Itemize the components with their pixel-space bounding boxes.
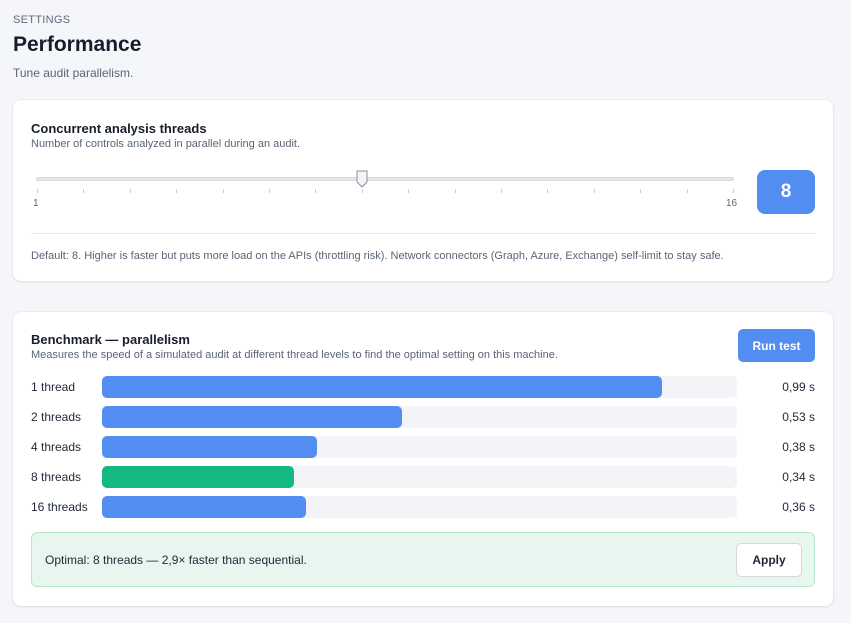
- benchmark-bar: [102, 376, 662, 398]
- threads-slider-track[interactable]: [36, 177, 734, 181]
- apply-button[interactable]: Apply: [736, 543, 802, 577]
- slider-tick: [176, 189, 178, 193]
- slider-tick: [37, 189, 38, 193]
- benchmark-bar-track: [102, 466, 737, 488]
- benchmark-row: 8 threads 0,34 s: [13, 466, 833, 488]
- slider-tick: [686, 189, 688, 193]
- benchmark-row: 16 threads 0,36 s: [13, 496, 833, 518]
- benchmark-row-label: 16 threads: [31, 500, 88, 514]
- card-divider: [31, 233, 816, 234]
- slider-tick: [547, 189, 549, 193]
- benchmark-row-time: 0,53 s: [782, 410, 815, 424]
- threads-card-title: Concurrent analysis threads: [31, 121, 207, 136]
- benchmark-card-title: Benchmark — parallelism: [31, 332, 190, 347]
- slider-max-label: 16: [726, 198, 738, 209]
- benchmark-row-time: 0,38 s: [782, 440, 815, 454]
- benchmark-row: 2 threads 0,53 s: [13, 406, 833, 428]
- benchmark-row-label: 1 thread: [31, 380, 76, 394]
- threads-card: Concurrent analysis threads Number of co…: [13, 100, 833, 281]
- slider-tick: [361, 189, 363, 193]
- optimal-result-text: Optimal: 8 threads — 2,9× faster than se…: [45, 553, 307, 567]
- optimal-result-banner: Optimal: 8 threads — 2,9× faster than se…: [31, 532, 815, 587]
- benchmark-bar-track: [102, 376, 737, 398]
- slider-tick: [315, 189, 317, 193]
- threads-value-display: 8: [757, 170, 815, 214]
- threads-slider-handle[interactable]: [356, 170, 368, 188]
- slider-tick: [222, 189, 224, 193]
- benchmark-bar: [102, 406, 402, 428]
- benchmark-row-label: 2 threads: [31, 410, 82, 424]
- page-subtitle: Tune audit parallelism.: [13, 66, 134, 80]
- run-test-button[interactable]: Run test: [738, 329, 815, 362]
- benchmark-bar-track: [102, 496, 737, 518]
- slider-tick: [640, 189, 642, 193]
- benchmark-row-time: 0,34 s: [782, 470, 815, 484]
- slider-tick: [454, 189, 456, 193]
- benchmark-bar-track: [102, 406, 737, 428]
- benchmark-row-time: 0,99 s: [782, 380, 815, 394]
- slider-tick: [593, 189, 595, 193]
- benchmark-row: 4 threads 0,38 s: [13, 436, 833, 458]
- slider-tick: [83, 189, 85, 193]
- settings-eyebrow: SETTINGS: [13, 14, 71, 26]
- page-title: Performance: [13, 33, 142, 56]
- slider-tick: [733, 189, 734, 193]
- slider-tick: [501, 189, 502, 193]
- benchmark-row-time: 0,36 s: [782, 500, 815, 514]
- threads-card-description: Number of controls analyzed in parallel …: [31, 138, 301, 150]
- benchmark-bar-track: [102, 436, 737, 458]
- benchmark-row-label: 4 threads: [31, 440, 82, 454]
- benchmark-card-description: Measures the speed of a simulated audit …: [31, 349, 558, 361]
- threads-hint: Default: 8. Higher is faster but puts mo…: [31, 250, 724, 262]
- benchmark-bar: [102, 496, 306, 518]
- slider-tick: [269, 189, 270, 193]
- benchmark-bar-optimal: [102, 466, 294, 488]
- slider-tick: [129, 189, 131, 193]
- benchmark-row-label: 8 threads: [31, 470, 82, 484]
- slider-min-label: 1: [33, 198, 39, 209]
- benchmark-card: Benchmark — parallelism Measures the spe…: [13, 312, 833, 606]
- slider-tick: [408, 189, 410, 193]
- benchmark-bar: [102, 436, 317, 458]
- benchmark-row: 1 thread 0,99 s: [13, 376, 833, 398]
